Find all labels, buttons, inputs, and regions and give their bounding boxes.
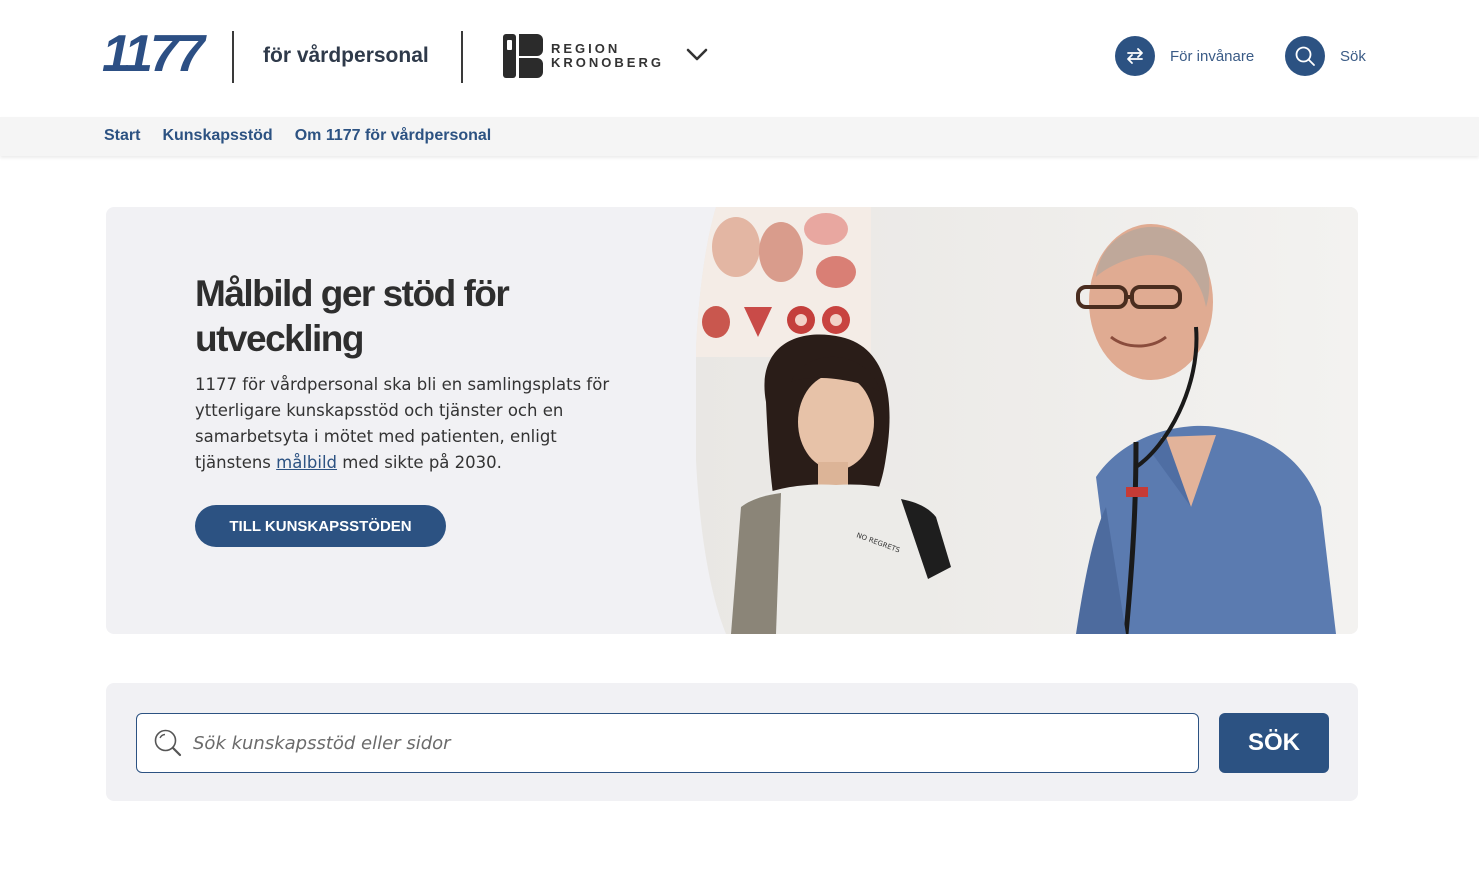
hero-photo-doctor-and-child: NO REGRETS xyxy=(696,207,1358,634)
site-header: 1177 för vårdpersonal REGION KRONOBERG F… xyxy=(0,0,1479,117)
main-navigation: Start Kunskapsstöd Om 1177 för vårdperso… xyxy=(0,117,1479,156)
site-name: för vårdpersonal xyxy=(263,44,429,67)
malbild-link[interactable]: målbild xyxy=(276,453,337,472)
header-divider xyxy=(461,31,463,83)
chevron-down-icon xyxy=(686,48,708,61)
hero-body: 1177 för vårdpersonal ska bli en samling… xyxy=(195,372,615,476)
nav-item-start[interactable]: Start xyxy=(104,127,140,145)
region-line1: REGION xyxy=(551,41,621,56)
nav-item-om-1177[interactable]: Om 1177 för vårdpersonal xyxy=(295,127,492,145)
search-icon xyxy=(153,728,183,763)
switch-arrows-icon xyxy=(1115,36,1155,76)
to-knowledge-support-button[interactable]: TILL KUNSKAPSSTÖDEN xyxy=(195,505,446,547)
header-search-label: Sök xyxy=(1340,47,1366,65)
for-residents-link[interactable]: För invånare xyxy=(1115,36,1254,76)
hero-body-text-end: med sikte på 2030. xyxy=(337,453,502,472)
search-box xyxy=(136,713,1199,773)
search-icon xyxy=(1285,36,1325,76)
hero-banner: Målbild ger stöd för utveckling 1177 för… xyxy=(106,207,1358,634)
header-divider xyxy=(232,31,234,83)
region-kronoberg-logo-icon xyxy=(503,34,543,78)
region-logo[interactable]: REGION KRONOBERG xyxy=(503,34,664,78)
logo-1177[interactable]: 1177 xyxy=(102,25,205,83)
nav-item-kunskapsstod[interactable]: Kunskapsstöd xyxy=(162,127,272,145)
for-residents-label: För invånare xyxy=(1170,47,1255,65)
region-dropdown-toggle[interactable] xyxy=(686,48,708,67)
search-panel: SÖK xyxy=(106,683,1358,801)
search-submit-button[interactable]: SÖK xyxy=(1219,713,1329,773)
logo-text: 1177 xyxy=(102,25,205,83)
region-line2: KRONOBERG xyxy=(551,55,664,70)
header-search-link[interactable]: Sök xyxy=(1285,36,1366,76)
hero-title: Målbild ger stöd för utveckling xyxy=(195,273,510,359)
search-input[interactable] xyxy=(193,722,1183,764)
